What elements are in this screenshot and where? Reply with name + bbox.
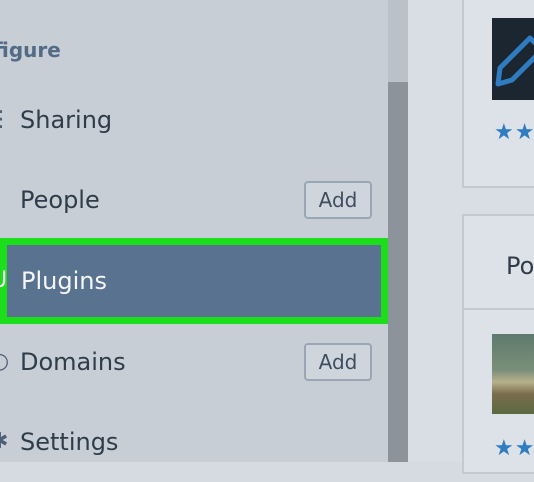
rating-stars: ★★ (494, 436, 534, 461)
plugin-card[interactable]: ★★ (462, 0, 534, 188)
globe-icon: ◐ (0, 351, 9, 373)
person-icon: • (0, 189, 8, 211)
card-divider (464, 308, 534, 310)
main-content: ★★ Po ★★ (408, 0, 534, 474)
sidebar-item-domains[interactable]: ◐ Domains Add (0, 322, 388, 402)
add-people-button[interactable]: Add (304, 181, 372, 219)
scrollbar-thumb[interactable] (388, 82, 408, 462)
sidebar-item-label: Sharing (20, 106, 113, 134)
section-title: figure (0, 38, 61, 62)
sidebar-item-label: People (20, 186, 100, 214)
card-title: Po (506, 252, 534, 280)
sidebar-item-label: Domains (20, 348, 126, 376)
sidebar: figure ⋮ Sharing • People Add U Plugins … (0, 0, 388, 462)
sidebar-item-label: Plugins (21, 267, 107, 295)
sidebar-item-people[interactable]: • People Add (0, 160, 388, 240)
plugin-thumbnail (492, 18, 534, 100)
share-icon: ⋮ (0, 107, 12, 132)
rating-stars: ★★ (494, 120, 534, 145)
gear-icon: ✱ (0, 431, 8, 453)
sidebar-scrollbar[interactable] (388, 0, 408, 462)
sidebar-item-plugins[interactable]: U Plugins (0, 238, 388, 324)
sidebar-item-settings[interactable]: ✱ Settings (0, 402, 388, 482)
sidebar-item-label: Settings (20, 428, 119, 456)
sidebar-item-sharing[interactable]: ⋮ Sharing (0, 80, 388, 160)
plugin-card[interactable]: Po ★★ (462, 214, 534, 474)
add-domain-button[interactable]: Add (304, 343, 372, 381)
plugin-icon: U (0, 270, 9, 292)
plugin-thumbnail (492, 334, 534, 414)
